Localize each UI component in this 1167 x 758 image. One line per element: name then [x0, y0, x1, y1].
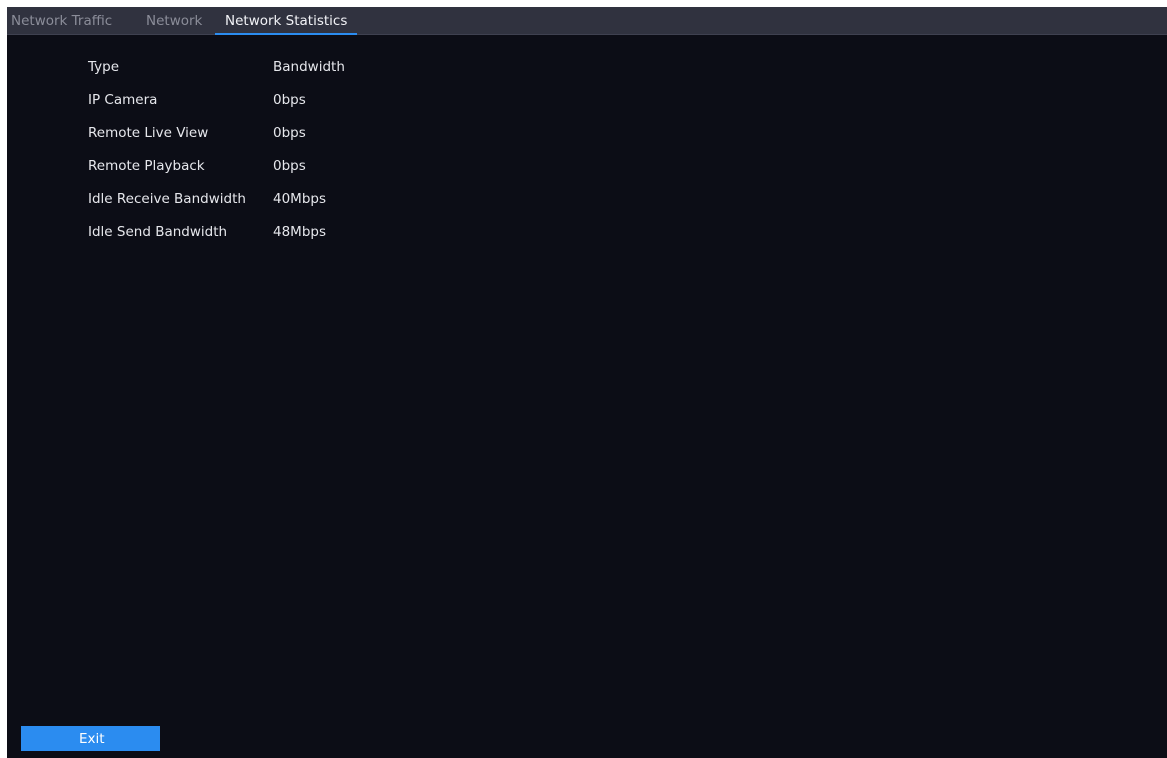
row-bandwidth-value: 0bps — [273, 158, 306, 174]
row-bandwidth-value: 0bps — [273, 125, 306, 141]
type-column-header: Type — [88, 59, 120, 75]
tab-network-statistics[interactable]: Network Statistics — [214, 7, 358, 35]
tab-bar: Network Traffic Network Network Statisti… — [7, 7, 1167, 35]
network-statistics-screen: Network Traffic Network Network Statisti… — [7, 7, 1167, 758]
bandwidth-column-header: Bandwidth — [273, 59, 345, 75]
row-bandwidth-value: 0bps — [273, 92, 306, 108]
tab-network-traffic[interactable]: Network Traffic — [11, 7, 112, 34]
row-bandwidth-value: 40Mbps — [273, 191, 326, 207]
row-type-label: Remote Playback — [88, 158, 205, 174]
row-type-label: Remote Live View — [88, 125, 209, 141]
row-type-label: Idle Send Bandwidth — [88, 224, 228, 240]
tab-network[interactable]: Network — [146, 7, 202, 34]
row-bandwidth-value: 48Mbps — [273, 224, 326, 240]
row-type-label: Idle Receive Bandwidth — [88, 191, 246, 207]
row-type-label: IP Camera — [88, 92, 158, 108]
exit-button[interactable]: Exit — [21, 726, 160, 751]
